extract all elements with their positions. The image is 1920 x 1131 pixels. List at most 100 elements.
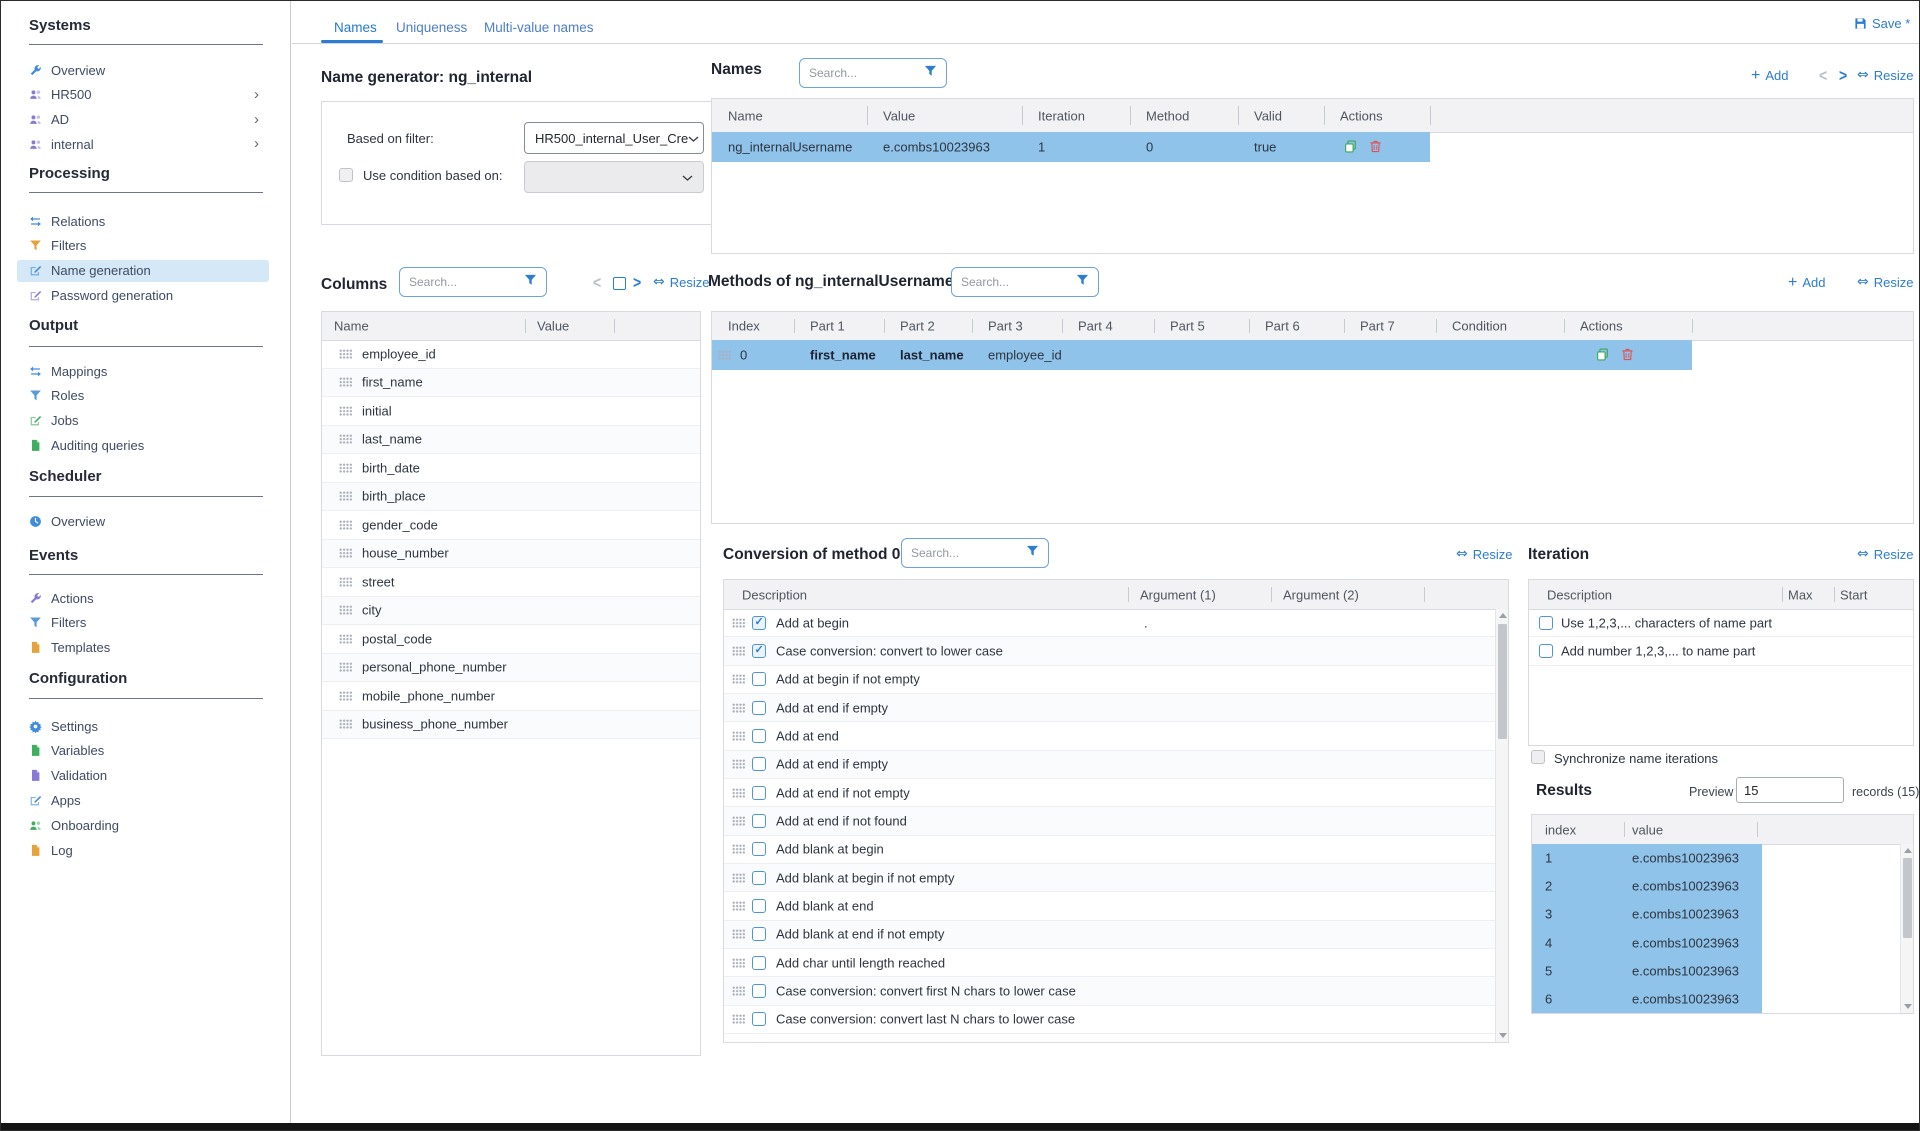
conversion-row[interactable]: Add blank at begin if not empty: [724, 864, 1495, 892]
drag-handle[interactable]: [732, 788, 745, 798]
sidebar-item-name-generation[interactable]: Name generation: [17, 260, 269, 282]
columns-page-button[interactable]: [613, 277, 626, 290]
copy-icon[interactable]: [1596, 348, 1610, 362]
iteration-resize-button[interactable]: ⇔Resize: [1857, 547, 1913, 562]
conversion-checkbox[interactable]: [752, 616, 766, 630]
conversion-checkbox[interactable]: [752, 672, 766, 686]
sidebar-item-filters[interactable]: Filters: [17, 235, 269, 257]
sidebar-item-jobs[interactable]: Jobs: [17, 410, 269, 432]
columns-search-input[interactable]: Search...: [399, 267, 547, 297]
iteration-checkbox[interactable]: [1539, 616, 1553, 630]
save-button[interactable]: Save *: [1854, 16, 1910, 31]
conversion-row[interactable]: Add at begin if not empty: [724, 666, 1495, 694]
drag-handle[interactable]: [732, 929, 745, 939]
conversion-row[interactable]: Add at end if empty: [724, 751, 1495, 779]
list-item[interactable]: last_name: [322, 426, 700, 455]
drag-handle[interactable]: [339, 634, 352, 644]
drag-handle[interactable]: [732, 958, 745, 968]
list-item[interactable]: first_name: [322, 369, 700, 398]
names-prev-button[interactable]: <: [1819, 65, 1827, 84]
drag-handle[interactable]: [732, 844, 745, 854]
tab-multi-value-names[interactable]: Multi-value names: [484, 20, 594, 35]
conversion-row[interactable]: Add at end: [724, 722, 1495, 750]
scroll-up-icon[interactable]: [1499, 613, 1507, 618]
methods-search-input[interactable]: Search...: [951, 267, 1099, 297]
result-row[interactable]: 2e.combs10023963: [1532, 872, 1762, 900]
conversion-checkbox[interactable]: [752, 984, 766, 998]
conversion-row[interactable]: Add blank at begin: [724, 836, 1495, 864]
drag-handle[interactable]: [339, 605, 352, 615]
delete-icon[interactable]: [1621, 348, 1635, 362]
conversion-checkbox[interactable]: [752, 729, 766, 743]
conversion-checkbox[interactable]: [752, 644, 766, 658]
conversion-checkbox[interactable]: [752, 927, 766, 941]
drag-handle[interactable]: [732, 1014, 745, 1024]
conversion-checkbox[interactable]: [752, 1012, 766, 1026]
list-item[interactable]: city: [322, 597, 700, 626]
result-row[interactable]: 3e.combs10023963: [1532, 900, 1762, 928]
list-item[interactable]: employee_id: [322, 340, 700, 369]
names-next-button[interactable]: >: [1839, 65, 1847, 84]
preview-count-input[interactable]: [1736, 777, 1844, 803]
sidebar-item-overview[interactable]: Overview: [17, 59, 269, 81]
table-row[interactable]: ng_internalUsernamee.combs1002396310true: [712, 132, 1430, 162]
scroll-down-icon[interactable]: [1904, 1004, 1912, 1009]
drag-handle[interactable]: [339, 434, 352, 444]
conversion-checkbox[interactable]: [752, 701, 766, 715]
sidebar-item-roles[interactable]: Roles: [17, 385, 269, 407]
copy-icon[interactable]: [1344, 140, 1358, 154]
result-row[interactable]: 5e.combs10023963: [1532, 957, 1762, 985]
drag-handle[interactable]: [339, 691, 352, 701]
drag-handle[interactable]: [732, 873, 745, 883]
columns-next-button[interactable]: >: [633, 272, 641, 291]
drag-handle[interactable]: [718, 350, 731, 360]
drag-handle[interactable]: [732, 618, 745, 628]
synchronize-iterations-checkbox[interactable]: [1531, 750, 1545, 764]
drag-handle[interactable]: [339, 520, 352, 530]
iteration-row[interactable]: Use 1,2,3,... characters of name part: [1529, 609, 1913, 637]
drag-handle[interactable]: [339, 349, 352, 359]
drag-handle[interactable]: [339, 406, 352, 416]
drag-handle[interactable]: [732, 703, 745, 713]
conversion-resize-button[interactable]: ⇔Resize: [1456, 547, 1512, 562]
names-resize-button[interactable]: ⇔Resize: [1857, 68, 1913, 83]
iteration-checkbox[interactable]: [1539, 644, 1553, 658]
sidebar-item-overview[interactable]: Overview: [17, 510, 269, 532]
sidebar-item-password-generation[interactable]: Password generation: [17, 284, 269, 306]
sidebar-item-internal[interactable]: internal›: [17, 133, 269, 155]
result-row[interactable]: 1e.combs10023963: [1532, 844, 1762, 872]
sidebar-item-validation[interactable]: Validation: [17, 765, 269, 787]
list-item[interactable]: gender_code: [322, 511, 700, 540]
conversion-search-input[interactable]: Search...: [901, 538, 1049, 568]
list-item[interactable]: mobile_phone_number: [322, 682, 700, 711]
tab-uniqueness[interactable]: Uniqueness: [396, 20, 467, 35]
drag-handle[interactable]: [732, 816, 745, 826]
sidebar-item-variables[interactable]: Variables: [17, 740, 269, 762]
drag-handle[interactable]: [339, 577, 352, 587]
sidebar-item-filters[interactable]: Filters: [17, 612, 269, 634]
sidebar-item-actions[interactable]: Actions: [17, 587, 269, 609]
conversion-checkbox[interactable]: [752, 956, 766, 970]
list-item[interactable]: personal_phone_number: [322, 654, 700, 683]
drag-handle[interactable]: [732, 759, 745, 769]
drag-handle[interactable]: [732, 986, 745, 996]
conversion-row[interactable]: Add blank at end: [724, 892, 1495, 920]
sidebar-item-apps[interactable]: Apps: [17, 789, 269, 811]
condition-select[interactable]: [524, 161, 704, 193]
sidebar-item-hr500[interactable]: HR500›: [17, 84, 269, 106]
drag-handle[interactable]: [339, 377, 352, 387]
list-item[interactable]: initial: [322, 397, 700, 426]
conversion-row[interactable]: Add at end if not found: [724, 807, 1495, 835]
list-item[interactable]: street: [322, 568, 700, 597]
conversion-checkbox[interactable]: [752, 899, 766, 913]
names-search-input[interactable]: Search...: [799, 58, 947, 88]
sidebar-item-onboarding[interactable]: Onboarding: [17, 814, 269, 836]
result-row[interactable]: 6e.combs10023963: [1532, 985, 1762, 1013]
drag-handle[interactable]: [339, 463, 352, 473]
conversion-checkbox[interactable]: [752, 814, 766, 828]
scrollbar-thumb[interactable]: [1498, 624, 1507, 739]
columns-prev-button[interactable]: <: [593, 272, 601, 291]
list-item[interactable]: birth_place: [322, 483, 700, 512]
methods-add-button[interactable]: +Add: [1788, 275, 1825, 290]
drag-handle[interactable]: [732, 646, 745, 656]
